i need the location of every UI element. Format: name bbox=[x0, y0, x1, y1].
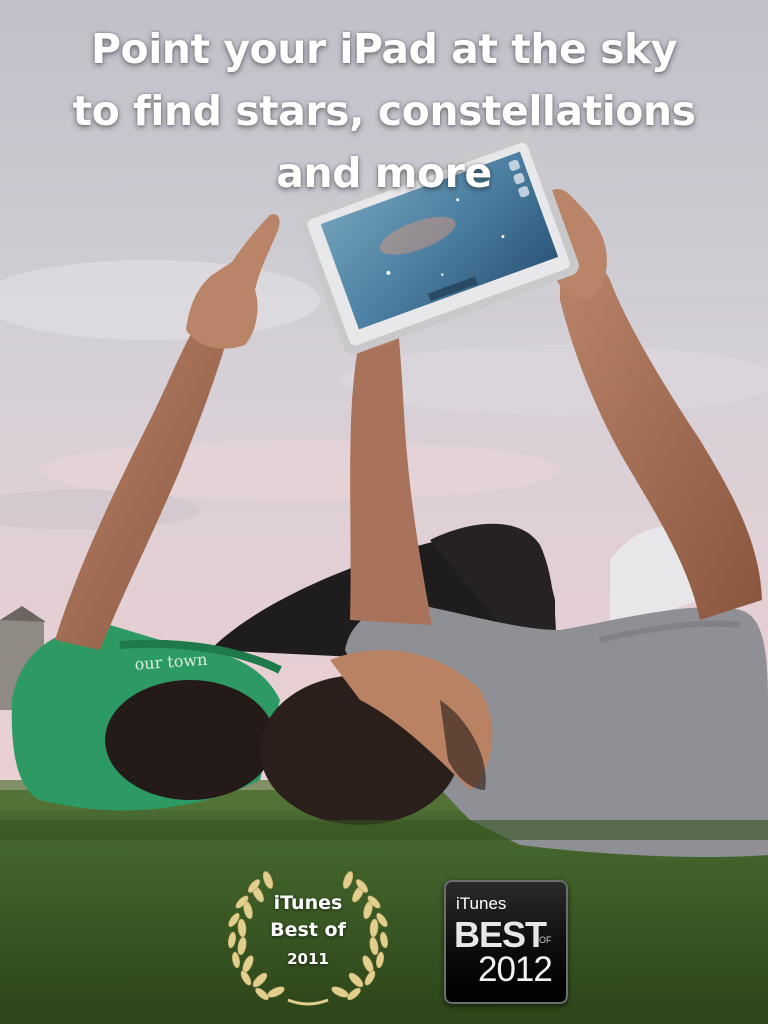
laurel-best-of: Best of bbox=[270, 919, 346, 941]
best-badge-of: OF bbox=[539, 935, 552, 945]
best-badge-brand: iTunes bbox=[456, 894, 507, 913]
laurel-brand: iTunes bbox=[273, 892, 343, 914]
itunes-best-of-2012-badge: iTunes BEST OF 2012 bbox=[444, 880, 568, 1004]
headline: Point your iPad at the sky to find stars… bbox=[0, 18, 768, 204]
itunes-best-of-2011-badge: iTunes Best of 2011 bbox=[228, 868, 388, 1010]
headline-line-3: and more bbox=[276, 149, 492, 197]
laurel-year: 2011 bbox=[287, 950, 329, 968]
best-badge-year: 2012 bbox=[478, 950, 553, 989]
headline-line-2: to find stars, constellations bbox=[72, 87, 696, 135]
headline-line-1: Point your iPad at the sky bbox=[90, 25, 678, 73]
